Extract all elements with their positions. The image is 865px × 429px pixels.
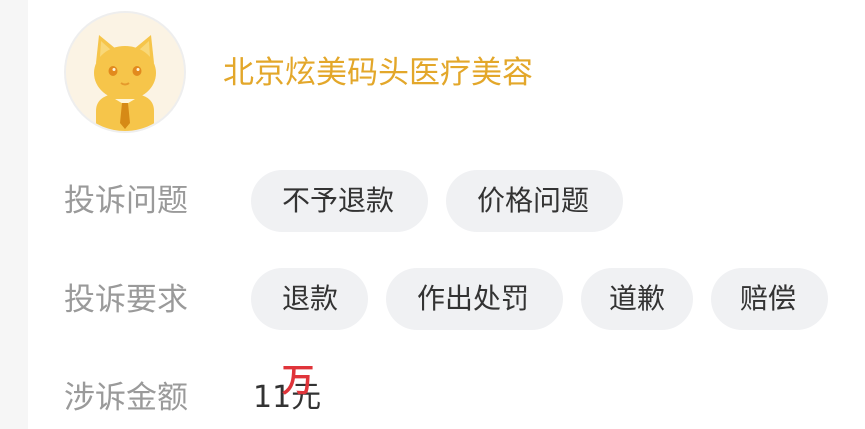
complaint-issue-label: 投诉问题 bbox=[64, 183, 188, 219]
tag-compensation[interactable]: 赔偿 bbox=[711, 268, 828, 330]
complaint-issue-tags: 不予退款 价格问题 bbox=[251, 170, 623, 232]
tag-no-refund[interactable]: 不予退款 bbox=[251, 170, 428, 232]
complaint-request-tags: 退款 作出处罚 道歉 赔偿 bbox=[251, 268, 828, 330]
complaint-request-label: 投诉要求 bbox=[64, 282, 188, 318]
cat-avatar-icon bbox=[66, 13, 184, 131]
tag-refund[interactable]: 退款 bbox=[251, 268, 368, 330]
tag-apology[interactable]: 道歉 bbox=[581, 268, 693, 330]
complaint-detail-card: 北京炫美码头医疗美容 投诉问题 不予退款 价格问题 投诉要求 退款 作出处罚 道… bbox=[0, 0, 865, 429]
tag-punishment[interactable]: 作出处罚 bbox=[386, 268, 563, 330]
company-name[interactable]: 北京炫美码头医疗美容 bbox=[223, 53, 533, 93]
avatar[interactable] bbox=[64, 11, 186, 133]
complaint-amount-label: 涉诉金额 bbox=[64, 380, 188, 416]
amount-overlay-text: 万 bbox=[282, 361, 315, 399]
left-rail bbox=[0, 0, 28, 429]
tag-price-issue[interactable]: 价格问题 bbox=[446, 170, 623, 232]
